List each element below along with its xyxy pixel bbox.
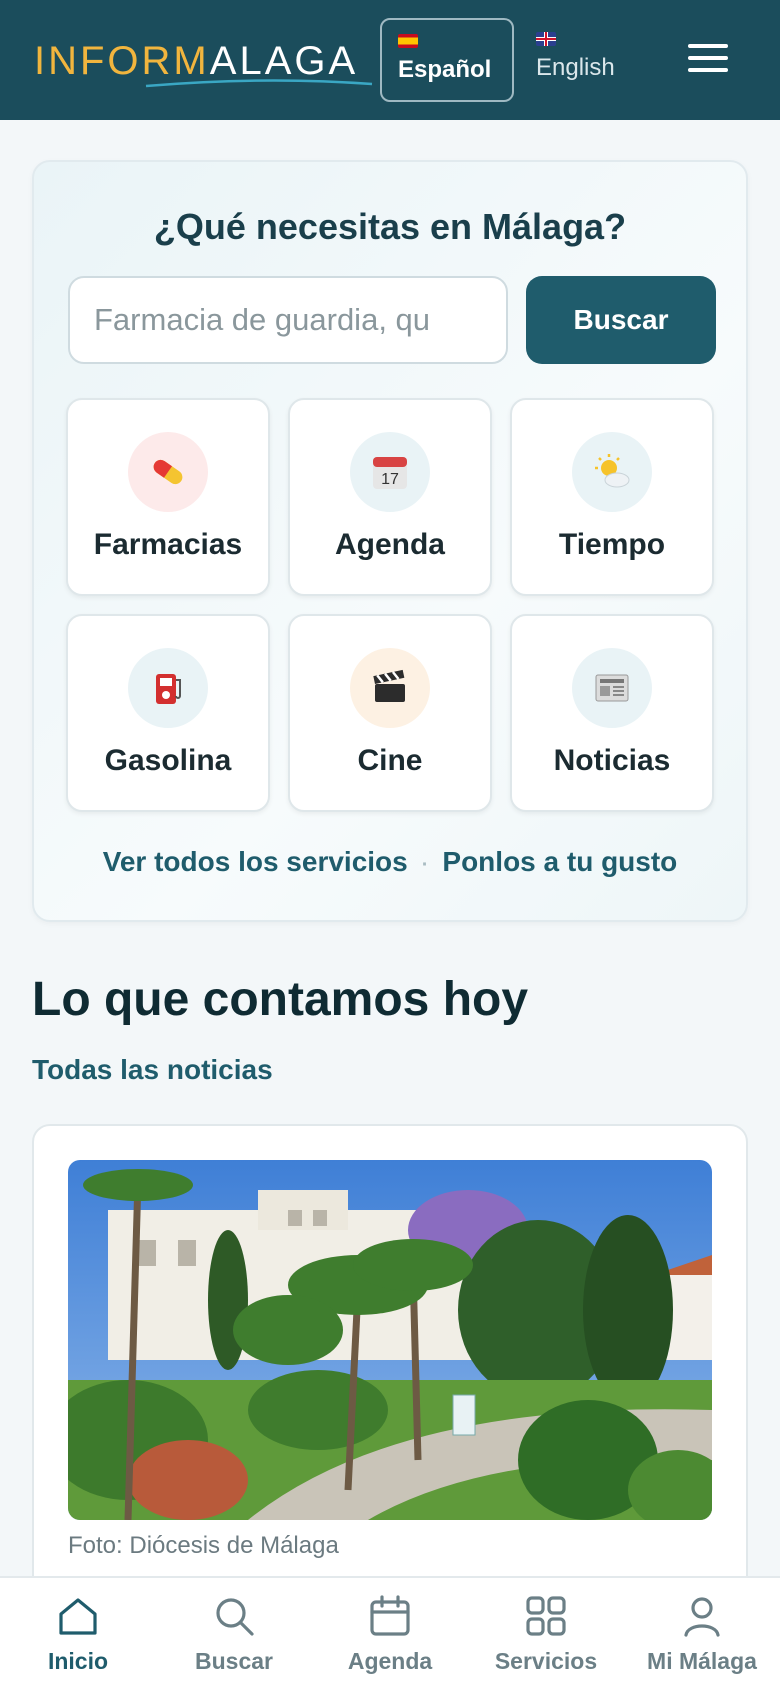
search-button[interactable]: Buscar <box>526 276 716 364</box>
service-label: Noticias <box>553 744 671 777</box>
calendar-icon: 17 <box>350 432 430 512</box>
search-input[interactable] <box>68 276 508 364</box>
search-card: ¿Qué necesitas en Málaga? Buscar Farmaci… <box>32 160 748 922</box>
service-links: Ver todos los servicios · Ponlos a tu gust… <box>34 846 746 878</box>
grid-icon <box>526 1596 566 1636</box>
news-section-title: Lo que contamos hoy <box>32 973 529 1026</box>
nav-label: Buscar <box>195 1648 273 1674</box>
pill-icon <box>128 432 208 512</box>
all-services-link[interactable]: Ver todos los servicios <box>103 846 408 877</box>
service-tile-tiempo[interactable]: Tiempo <box>510 398 714 596</box>
top-bar: INFORMALAGA Español English <box>0 0 780 120</box>
service-tile-gasolina[interactable]: Gasolina <box>66 614 270 812</box>
bottom-navigation: Inicio Buscar Agenda Servicios Mi Málaga <box>0 1576 780 1690</box>
calendar-icon <box>370 1595 410 1636</box>
service-tile-noticias[interactable]: Noticias <box>510 614 714 812</box>
clapperboard-icon <box>350 648 430 728</box>
service-tile-farmacias[interactable]: Farmacias <box>66 398 270 596</box>
service-label: Cine <box>357 744 423 777</box>
nav-label: Inicio <box>47 1648 109 1674</box>
fuel-pump-icon <box>128 648 208 728</box>
service-tile-cine[interactable]: Cine <box>288 614 492 812</box>
nav-item-buscar[interactable]: Buscar <box>156 1578 312 1690</box>
service-tile-agenda[interactable]: 17 Agenda <box>288 398 492 596</box>
customize-link[interactable]: Ponlos a tu gusto <box>442 846 677 877</box>
newspaper-icon <box>572 648 652 728</box>
logo-text-part1: INFORM <box>34 39 210 83</box>
informalaga-logo[interactable]: INFORMALAGA <box>34 36 373 88</box>
nav-item-mi-malaga[interactable]: Mi Málaga <box>624 1578 780 1690</box>
language-option-english[interactable]: English <box>520 18 654 102</box>
search-icon <box>216 1598 254 1636</box>
uk-flag-icon <box>536 32 556 46</box>
language-label: Español <box>398 56 492 83</box>
service-label: Tiempo <box>558 528 666 561</box>
news-photo[interactable] <box>68 1160 712 1520</box>
all-news-link[interactable]: Todas las noticias <box>32 1054 273 1086</box>
search-title: ¿Qué necesitas en Málaga? <box>153 206 627 247</box>
spain-flag-icon <box>398 34 418 48</box>
logo-text-part2: ALAGA <box>209 39 359 83</box>
nav-label: Servicios <box>494 1648 598 1674</box>
home-icon <box>59 1598 97 1635</box>
nav-item-servicios[interactable]: Servicios <box>468 1578 624 1690</box>
photo-caption: Foto: Diócesis de Málaga <box>68 1532 339 1559</box>
logo-swoosh <box>145 79 373 88</box>
news-card[interactable]: Foto: Diócesis de Málaga <box>32 1124 748 1644</box>
user-icon <box>684 1597 720 1637</box>
svg-text:17: 17 <box>381 471 399 488</box>
service-label: Agenda <box>334 528 445 561</box>
hamburger-menu-icon[interactable] <box>688 44 728 76</box>
nav-label: Mi Málaga <box>647 1648 757 1674</box>
nav-item-inicio[interactable]: Inicio <box>0 1578 156 1690</box>
nav-item-agenda[interactable]: Agenda <box>312 1578 468 1690</box>
nav-label: Agenda <box>347 1648 433 1674</box>
service-label: Gasolina <box>104 744 232 777</box>
language-label: English <box>536 54 615 81</box>
service-label: Farmacias <box>93 528 243 561</box>
sun-cloud-icon <box>572 432 652 512</box>
link-separator: · <box>421 854 429 876</box>
language-option-spanish[interactable]: Español <box>380 18 514 102</box>
